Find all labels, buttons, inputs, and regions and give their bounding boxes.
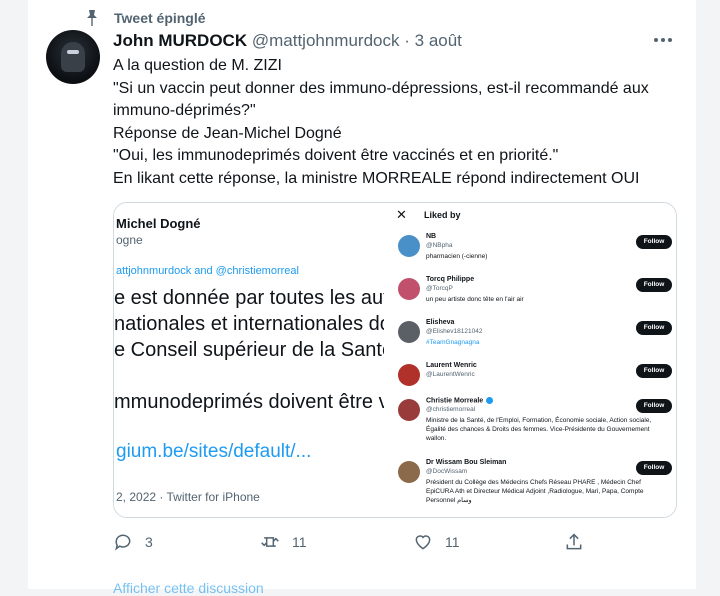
tweet-text-line: immuno-déprimés?" <box>113 102 256 119</box>
avatar <box>398 364 420 386</box>
heart-icon <box>415 535 431 550</box>
retweet-button[interactable]: 11 <box>260 532 307 552</box>
user-bio: pharmacien (-cienne) <box>426 253 488 260</box>
author-handle[interactable]: @mattjohnmurdock <box>252 31 400 50</box>
retweet-icon <box>261 537 279 547</box>
avatar[interactable] <box>46 30 100 84</box>
tweet-text-line: A la question de M. ZIZI <box>113 57 282 74</box>
tweet-date[interactable]: 3 août <box>415 31 462 50</box>
user-bio: Ministre de la Santé, de l'Emploi, Forma… <box>426 417 652 442</box>
user-name-text: Christie Morreale <box>426 397 484 405</box>
pinned-label: Tweet épinglé <box>114 10 206 26</box>
tweet-text-line: En likant cette réponse, la ministre MOR… <box>113 169 640 187</box>
follow-button: Follow <box>636 235 672 249</box>
liked-by-screenshot: ✕ Liked by NB @NBpha pharmacien (-cienne… <box>384 203 676 517</box>
avatar <box>398 399 420 421</box>
liked-by-title: Liked by <box>424 210 461 220</box>
share-icon <box>566 533 582 550</box>
user-bio: Président du Collège des Médecins Chefs … <box>426 479 644 504</box>
pinned-indicator: Tweet épinglé <box>84 9 206 27</box>
reply-icon <box>115 534 131 551</box>
user-name: Elisheva <box>426 319 455 326</box>
separator-dot: · <box>404 31 410 50</box>
embedded-image[interactable]: Michel Dogné ogne attjohnmurdock and @ch… <box>113 202 677 518</box>
pin-icon <box>84 9 100 27</box>
tweet-text: A la question de M. ZIZI "Si un vaccin p… <box>113 55 683 190</box>
more-options-icon[interactable] <box>654 38 672 44</box>
follow-button: Follow <box>636 364 672 378</box>
avatar <box>398 321 420 343</box>
user-handle: @Elishev18121042 <box>426 328 483 335</box>
retweet-count: 11 <box>292 534 307 550</box>
follow-button: Follow <box>636 461 672 475</box>
verified-badge-icon <box>486 397 494 404</box>
user-bio: #TeamGnagnagna <box>426 339 480 346</box>
user-handle: @LaurentWenric <box>426 371 475 378</box>
user-name: Dr Wissam Bou Sleiman <box>426 459 507 466</box>
avatar <box>398 461 420 483</box>
user-handle: @DocWissam <box>426 468 468 475</box>
show-thread-link[interactable]: Afficher cette discussion <box>113 580 264 596</box>
user-name: NB <box>426 233 437 240</box>
share-button[interactable] <box>564 532 596 552</box>
follow-button: Follow <box>636 278 672 292</box>
embedded-link: gium.be/sites/default/... <box>116 441 312 462</box>
avatar <box>398 278 420 300</box>
close-icon: ✕ <box>396 207 407 222</box>
follow-button: Follow <box>636 321 672 335</box>
tweet-text-line: "Oui, les immunodeprimés doivent être va… <box>113 147 559 164</box>
user-handle: @christiemorreal <box>426 406 476 413</box>
tweet-header: John MURDOCK @mattjohnmurdock · 3 août <box>113 31 462 51</box>
author-name[interactable]: John MURDOCK <box>113 31 247 50</box>
user-bio: un peu artiste donc tête en l'air air <box>426 296 524 303</box>
follow-button: Follow <box>636 399 672 413</box>
like-count: 11 <box>445 534 460 550</box>
user-name: Laurent Wenric <box>426 362 477 369</box>
user-name: Christie Morreale <box>426 397 494 405</box>
tweet-text-line: "Si un vaccin peut donner des immuno-dép… <box>113 79 649 97</box>
user-handle: @TorcqP <box>426 285 453 292</box>
reply-button[interactable]: 3 <box>113 532 153 552</box>
embedded-author-name: Michel Dogné <box>116 216 201 231</box>
avatar <box>398 235 420 257</box>
embedded-date: 2, 2022 · Twitter for iPhone <box>116 490 260 504</box>
reply-count: 3 <box>145 534 153 550</box>
tweet-actions: 3 11 11 <box>0 532 720 556</box>
embedded-reply-screenshot: Michel Dogné ogne attjohnmurdock and @ch… <box>114 203 435 517</box>
user-handle: @NBpha <box>426 242 453 249</box>
tweet-text-line: Réponse de Jean-Michel Dogné <box>113 124 342 142</box>
embedded-reply-to: attjohnmurdock and @christiemorreal <box>116 265 299 277</box>
embedded-author-sub: ogne <box>116 233 143 247</box>
user-name: Torcq Philippe <box>426 276 475 283</box>
like-button[interactable]: 11 <box>413 532 460 552</box>
